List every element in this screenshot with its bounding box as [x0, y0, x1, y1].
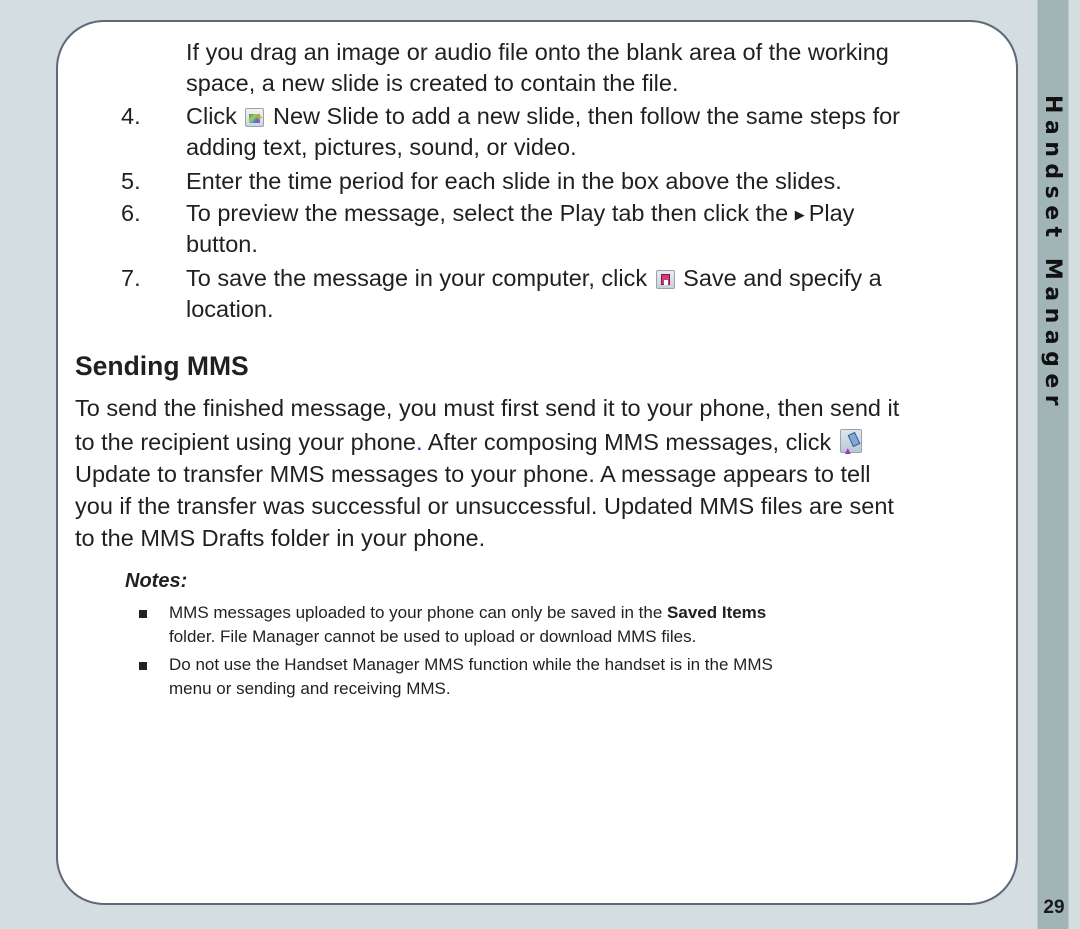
- step-7-line-2: location.: [186, 296, 274, 322]
- step-4-line-2: adding text, pictures, sound, or video.: [186, 134, 577, 160]
- note-1-line-1: MMS messages uploaded to your phone can …: [169, 602, 766, 624]
- step-7-number: 7.: [121, 265, 141, 291]
- step-6-text-b: Play: [808, 200, 855, 226]
- content-panel: If you drag an image or audio file onto …: [56, 20, 1018, 905]
- new-slide-icon: [245, 105, 265, 133]
- step-4-number: 4.: [121, 103, 141, 129]
- step-5-line-1: Enter the time period for each slide in …: [186, 168, 842, 194]
- play-icon: ▶: [794, 207, 805, 222]
- update-icon: [839, 429, 862, 466]
- save-icon: [655, 270, 675, 289]
- paragraph-line-2: to the recipient using your phone. After…: [75, 428, 864, 466]
- bullet-icon: [139, 610, 147, 618]
- paragraph-line-5: to the MMS Drafts folder in your phone.: [75, 525, 486, 551]
- notes-title: Notes:: [125, 570, 188, 592]
- note-1-text: MMS messages uploaded to your phone can …: [169, 603, 668, 622]
- step-7-line-1: To save the message in your computer, cl…: [186, 264, 882, 292]
- step-4-line-1: Click New Slide to add a new slide, then…: [186, 102, 900, 133]
- step-6-text-a: To preview the message, select the Play …: [186, 200, 795, 226]
- paragraph-line-1: To send the finished message, you must f…: [75, 395, 900, 421]
- paragraph-line-3: Update to transfer MMS messages to your …: [75, 461, 871, 487]
- step-4-text-b: New Slide to add a new slide, then follo…: [266, 103, 900, 129]
- intro-line-1: If you drag an image or audio file onto …: [186, 39, 889, 65]
- side-section-title: Handset Manager: [1040, 95, 1065, 413]
- note-1-bold-text: Saved Items: [667, 603, 767, 622]
- note-1-line-2: folder. File Manager cannot be used to u…: [169, 627, 697, 646]
- step-6-number: 6.: [121, 200, 141, 226]
- paragraph-line-4: you if the transfer was successful or un…: [75, 493, 894, 519]
- section-heading: Sending MMS: [75, 351, 249, 381]
- step-4-text-a: Click: [186, 103, 237, 129]
- paragraph-line-2-text-b: After composing MMS messages, click: [422, 429, 838, 455]
- page-number: 29: [1043, 897, 1065, 918]
- step-5-number: 5.: [121, 168, 141, 194]
- note-2-line-1: Do not use the Handset Manager MMS funct…: [169, 655, 773, 674]
- paragraph-line-2-text-a: to the recipient using your phone: [75, 429, 416, 455]
- bullet-icon: [139, 662, 147, 670]
- step-6-line-1: To preview the message, select the Play …: [186, 199, 854, 229]
- step-6-line-2: button.: [186, 231, 258, 257]
- step-7-text-b: Save and specify a: [676, 265, 882, 291]
- step-7-text-a: To save the message in your computer, cl…: [186, 265, 648, 291]
- intro-line-2: space, a new slide is created to contain…: [186, 70, 679, 96]
- note-2-line-2: menu or sending and receiving MMS.: [169, 679, 451, 698]
